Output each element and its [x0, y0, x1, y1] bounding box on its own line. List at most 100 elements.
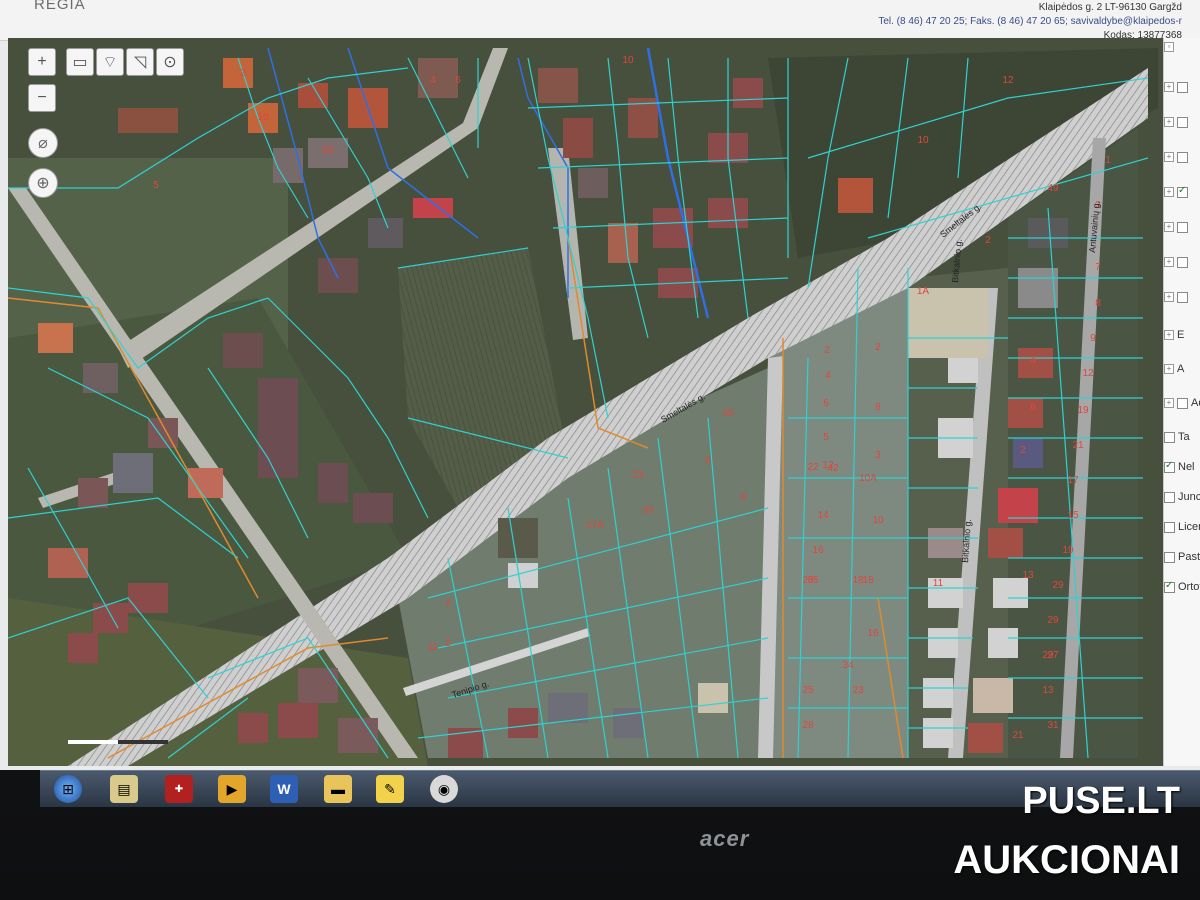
export-icon[interactable]: ◹: [126, 48, 154, 76]
layer-row[interactable]: + Ad: [1164, 394, 1200, 412]
expand-icon[interactable]: +: [1164, 398, 1174, 408]
layer-label: A: [1177, 363, 1185, 375]
map-canvas[interactable]: 10 6 2 4 2A 10 12 10 5 49 2 3 7 8 9 12 1…: [8, 38, 1163, 766]
parcel-label: 20: [802, 575, 814, 586]
parcel-label: 11: [428, 642, 439, 653]
parcel-label: 45: [722, 408, 734, 419]
layer-checkbox[interactable]: [1177, 151, 1188, 163]
parcel-label: 18: [852, 575, 864, 586]
parcel-label: 28: [802, 720, 814, 731]
expand-icon[interactable]: +: [1164, 117, 1174, 127]
parcel-label: 13: [1042, 685, 1054, 696]
address-text: Klaipėdos g. 2 LT-96130 Gargžd: [1038, 2, 1182, 13]
layer-checkbox[interactable]: [1164, 521, 1175, 533]
parcel-label: 10: [622, 55, 634, 66]
parcel-label: 1: [1105, 155, 1111, 166]
locate-icon[interactable]: ⊕: [28, 168, 58, 198]
layer-row[interactable]: Nel: [1164, 458, 1200, 476]
layer-row[interactable]: Pasta: [1164, 548, 1200, 566]
target-icon[interactable]: ⊙: [156, 48, 184, 76]
scale-bar: [118, 740, 168, 744]
zoom-in-icon[interactable]: +: [28, 48, 56, 76]
layer-checkbox[interactable]: [1164, 460, 1175, 473]
layer-checkbox[interactable]: [1177, 397, 1188, 409]
parcel-label: 1A: [917, 286, 930, 297]
folder-icon[interactable]: ▬: [324, 775, 352, 803]
layer-checkbox[interactable]: [1177, 81, 1188, 93]
layer-row[interactable]: Junc: [1164, 488, 1200, 506]
layer-checkbox[interactable]: [1164, 431, 1175, 443]
parcel-label: 12: [1082, 368, 1094, 379]
cadastral-map[interactable]: 10 6 2 4 2A 10 12 10 5 49 2 3 7 8 9 12 1…: [8, 38, 1163, 766]
layer-checkbox[interactable]: [1164, 580, 1175, 593]
measure-ruler-icon[interactable]: ▭: [66, 48, 94, 76]
parcel-label: 10: [917, 135, 929, 146]
windows-start-icon[interactable]: ⊞: [54, 775, 82, 803]
parcel-label: 4: [430, 75, 436, 86]
contact-text[interactable]: Tel. (8 46) 47 20 25; Faks. (8 46) 47 20…: [878, 16, 1182, 27]
expand-icon[interactable]: +: [1164, 82, 1174, 92]
layer-row[interactable]: Ta: [1164, 428, 1200, 446]
layer-row[interactable]: + A: [1164, 360, 1200, 378]
layer-row[interactable]: +: [1164, 288, 1200, 306]
expand-icon[interactable]: ▫: [1164, 42, 1174, 52]
expand-icon[interactable]: +: [1164, 292, 1174, 302]
expand-icon[interactable]: +: [1164, 187, 1174, 197]
parcel-label: 16: [812, 545, 824, 556]
word-icon[interactable]: W: [270, 775, 298, 803]
parcel-label: 29: [1052, 580, 1064, 591]
app-64-icon[interactable]: ✚: [165, 775, 193, 803]
layer-row[interactable]: Ortofo: [1164, 578, 1200, 596]
parcel-label: 2: [445, 638, 451, 649]
layer-checkbox[interactable]: [1177, 256, 1188, 268]
layer-checkbox[interactable]: [1177, 221, 1188, 233]
parcel-label: 3: [875, 450, 881, 461]
layer-row[interactable]: +: [1164, 148, 1200, 166]
parcel-label: 21: [1012, 730, 1024, 741]
layer-label: Nel: [1178, 461, 1195, 473]
parcel-label: 12: [1002, 75, 1014, 86]
parcel-label: 9: [1090, 333, 1096, 344]
parcel-label: 2: [824, 345, 830, 356]
chrome-icon[interactable]: ◉: [430, 775, 458, 803]
layer-row[interactable]: +: [1164, 78, 1200, 96]
parcel-label: 21: [1072, 440, 1084, 451]
site-name: REGIA: [34, 0, 86, 13]
zoom-out-icon[interactable]: −: [28, 84, 56, 112]
layer-checkbox[interactable]: [1177, 116, 1188, 128]
layer-checkbox[interactable]: [1177, 291, 1188, 303]
parcel-label: 10A: [859, 473, 877, 484]
layer-row[interactable]: +: [1164, 253, 1200, 271]
layer-row[interactable]: Licen: [1164, 518, 1200, 536]
layer-row[interactable]: +: [1164, 218, 1200, 236]
parcel-label: 4: [445, 598, 451, 609]
layer-row[interactable]: +: [1164, 113, 1200, 131]
parcel-label: 5: [823, 432, 829, 443]
layer-checkbox[interactable]: [1177, 185, 1188, 198]
parcel-label: 4: [1030, 355, 1036, 366]
expand-icon[interactable]: +: [1164, 364, 1174, 374]
media-player-icon[interactable]: ▶: [218, 775, 246, 803]
expand-icon[interactable]: +: [1164, 152, 1174, 162]
parcel-label: 19: [1062, 545, 1074, 556]
north-compass-icon[interactable]: ⌀: [28, 128, 58, 158]
layer-row[interactable]: + E: [1164, 326, 1200, 344]
expand-icon[interactable]: +: [1164, 222, 1174, 232]
layer-label: Ta: [1178, 431, 1190, 443]
layer-row[interactable]: +: [1164, 183, 1200, 201]
expand-icon[interactable]: +: [1164, 257, 1174, 267]
site-header: REGIA Klaipėdos g. 2 LT-96130 Gargžd Tel…: [0, 0, 1200, 41]
file-explorer-icon[interactable]: ▤: [110, 775, 138, 803]
parcel-label: 2: [875, 342, 881, 353]
expand-icon[interactable]: +: [1164, 330, 1174, 340]
layer-checkbox[interactable]: [1164, 551, 1175, 563]
notes-icon[interactable]: ✎: [376, 775, 404, 803]
clearing: [908, 288, 988, 358]
parcel-label: 10: [257, 112, 269, 123]
scale-bar: [68, 740, 118, 744]
parcel-label: 2A: [322, 145, 335, 156]
parcel-label: 31: [1047, 720, 1059, 731]
parcel-label: 2: [1020, 445, 1026, 456]
pin-icon[interactable]: ⌔: [96, 48, 124, 76]
layer-checkbox[interactable]: [1164, 491, 1175, 503]
